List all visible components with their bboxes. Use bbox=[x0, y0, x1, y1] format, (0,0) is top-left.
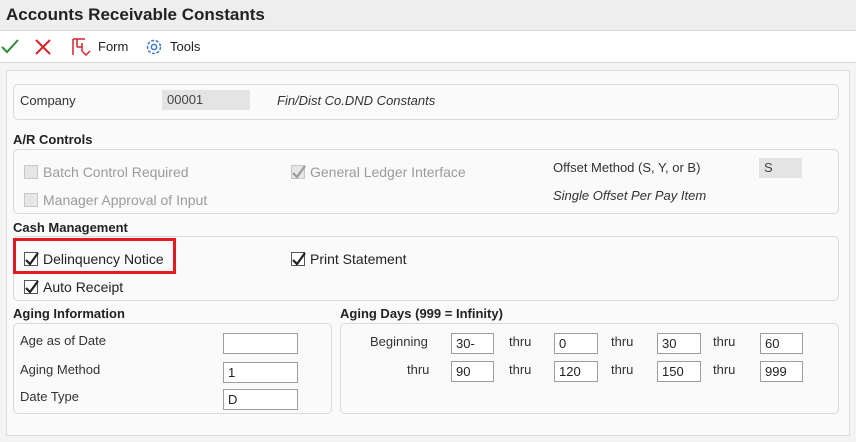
print-statement-label: Print Statement bbox=[310, 251, 407, 267]
checkbox-box bbox=[24, 193, 38, 207]
aging-information-heading: Aging Information bbox=[13, 306, 125, 321]
check-icon bbox=[292, 252, 306, 266]
manager-approval-checkbox[interactable]: Manager Approval of Input bbox=[24, 192, 207, 208]
toolbar: Form Tools bbox=[0, 30, 856, 63]
aging-method-label: Aging Method bbox=[20, 362, 101, 377]
ar-controls-heading: A/R Controls bbox=[13, 132, 93, 147]
aging-days-r1-input-2[interactable] bbox=[554, 333, 598, 354]
company-field[interactable]: 00001 bbox=[162, 90, 250, 110]
thru-label: thru bbox=[407, 362, 430, 377]
thru-label: thru bbox=[611, 362, 634, 377]
gl-interface-label: General Ledger Interface bbox=[310, 164, 466, 180]
aging-days-r2-input-4[interactable] bbox=[760, 361, 803, 382]
thru-label: thru bbox=[713, 334, 736, 349]
aging-method-input[interactable] bbox=[223, 362, 298, 383]
offset-method-description: Single Offset Per Pay Item bbox=[553, 188, 707, 203]
aging-days-r1-input-3[interactable] bbox=[657, 333, 701, 354]
checkmark-icon bbox=[0, 37, 20, 57]
manager-approval-label: Manager Approval of Input bbox=[43, 192, 208, 208]
check-icon bbox=[292, 165, 306, 179]
checkbox-box bbox=[24, 165, 38, 179]
company-box: Company 00001 Fin/Dist Co.DND Constants bbox=[13, 84, 839, 120]
thru-label: thru bbox=[509, 362, 532, 377]
highlight-box bbox=[13, 238, 176, 274]
cancel-button[interactable] bbox=[34, 31, 56, 62]
batch-control-label: Batch Control Required bbox=[43, 164, 189, 180]
form-menu-label: Form bbox=[98, 39, 129, 54]
ar-controls-box: Batch Control Required Manager Approval … bbox=[13, 149, 839, 214]
thru-label: thru bbox=[509, 334, 532, 349]
check-icon bbox=[25, 280, 39, 294]
date-type-input[interactable] bbox=[223, 389, 298, 410]
ok-button[interactable] bbox=[0, 31, 22, 62]
checkbox-box bbox=[24, 280, 39, 294]
x-icon bbox=[34, 38, 52, 56]
company-label: Company bbox=[20, 93, 76, 108]
form-area: Company 00001 Fin/Dist Co.DND Constants … bbox=[6, 70, 850, 436]
aging-days-r1-input-1[interactable] bbox=[451, 333, 494, 354]
aging-days-r1-input-4[interactable] bbox=[760, 333, 803, 354]
page-title: Accounts Receivable Constants bbox=[6, 5, 265, 24]
aging-days-r2-input-1[interactable] bbox=[451, 361, 494, 382]
age-as-of-date-label: Age as of Date bbox=[20, 333, 106, 348]
gl-interface-checkbox[interactable]: General Ledger Interface bbox=[291, 164, 466, 180]
batch-control-checkbox[interactable]: Batch Control Required bbox=[24, 164, 189, 180]
aging-days-heading: Aging Days (999 = Infinity) bbox=[340, 306, 503, 321]
beginning-label: Beginning bbox=[370, 334, 428, 349]
offset-method-label: Offset Method (S, Y, or B) bbox=[553, 160, 701, 175]
auto-receipt-checkbox[interactable]: Auto Receipt bbox=[24, 279, 123, 295]
gear-icon bbox=[144, 37, 164, 57]
thru-label: thru bbox=[611, 334, 634, 349]
checkbox-box bbox=[291, 165, 306, 179]
thru-label: thru bbox=[713, 362, 736, 377]
aging-days-r2-input-2[interactable] bbox=[554, 361, 598, 382]
auto-receipt-label: Auto Receipt bbox=[43, 279, 124, 295]
age-as-of-date-input[interactable] bbox=[223, 333, 298, 354]
cash-management-heading: Cash Management bbox=[13, 220, 128, 235]
checkbox-box bbox=[291, 252, 306, 266]
offset-method-field[interactable]: S bbox=[759, 158, 802, 178]
tools-menu-button[interactable]: Tools bbox=[144, 31, 200, 62]
tools-menu-label: Tools bbox=[170, 39, 201, 54]
date-type-label: Date Type bbox=[20, 389, 80, 404]
aging-information-box: Age as of Date Aging Method Date Type bbox=[13, 323, 332, 414]
title-bar: Accounts Receivable Constants bbox=[0, 0, 856, 30]
aging-days-box: Beginning thru thru thru thru thru thru … bbox=[340, 323, 839, 414]
company-description: Fin/Dist Co.DND Constants bbox=[277, 93, 436, 108]
print-statement-checkbox[interactable]: Print Statement bbox=[291, 251, 407, 267]
form-icon bbox=[70, 37, 92, 57]
form-menu-button[interactable]: Form bbox=[70, 31, 128, 62]
aging-days-r2-input-3[interactable] bbox=[657, 361, 701, 382]
